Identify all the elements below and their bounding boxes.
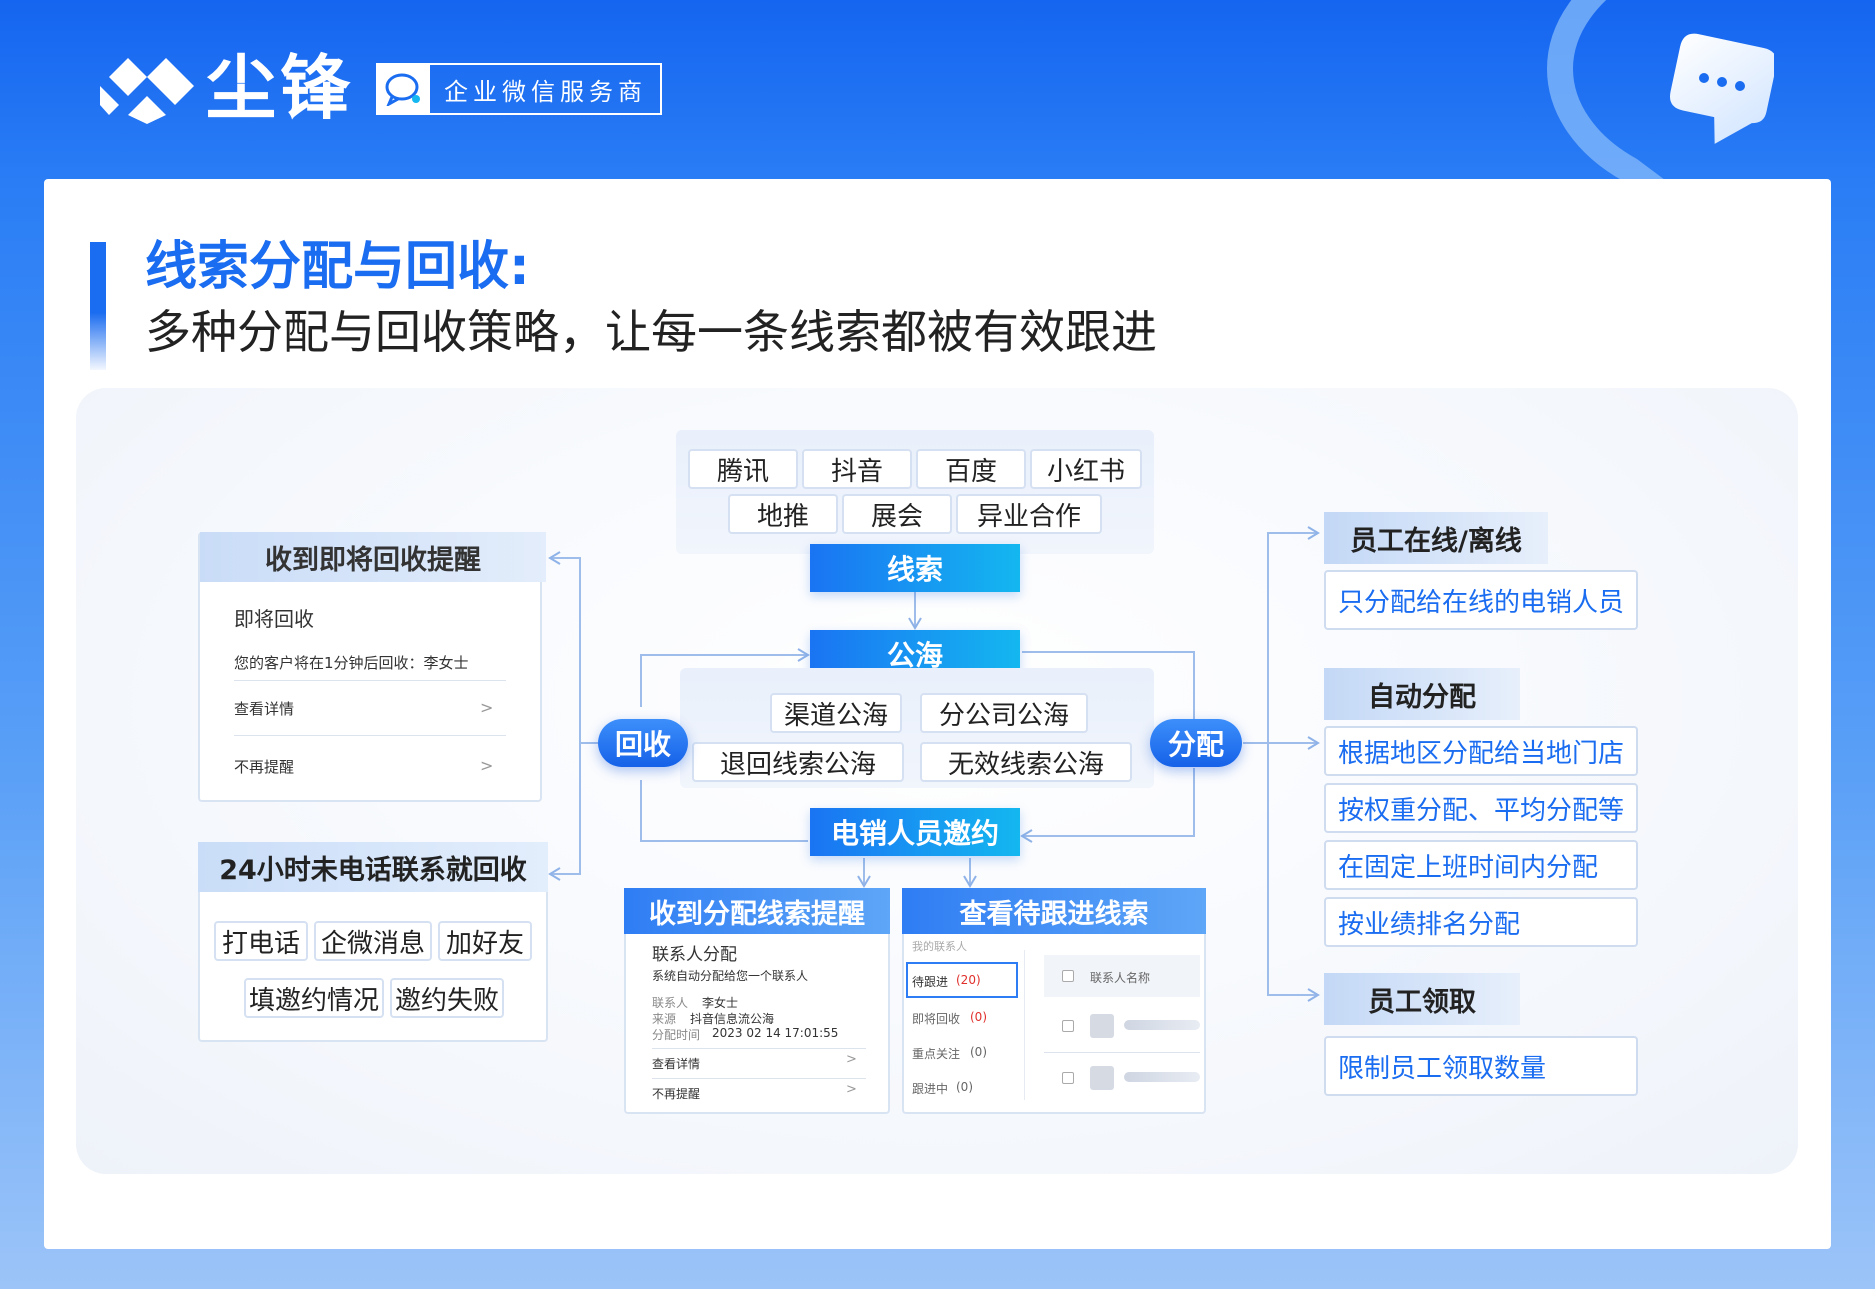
action-chip: 填邀约情况	[244, 978, 384, 1018]
chevron-right-icon: >	[846, 1052, 857, 1067]
checkbox[interactable]	[1062, 1020, 1074, 1032]
contact-label: 联系人	[652, 996, 689, 1010]
checkbox[interactable]	[1062, 970, 1074, 982]
key-focus-tab-label[interactable]: 重点关注	[912, 1045, 960, 1062]
employee-claim-header: 员工领取	[1324, 973, 1520, 1025]
recycle-reminder-title: 即将回收	[234, 607, 314, 631]
recycle-soon-tab-label[interactable]: 即将回收	[912, 1010, 960, 1027]
following-tab-count: (0)	[956, 1080, 973, 1094]
pending-tab-count: (20)	[956, 973, 981, 987]
no-remind-link[interactable]: 不再提醒	[234, 756, 294, 777]
source-label: 来源	[652, 1012, 677, 1026]
online-offline-header: 员工在线/离线	[1324, 512, 1548, 564]
action-chip: 邀约失败	[390, 978, 504, 1018]
sea-type-chip: 退回线索公海	[692, 742, 904, 782]
auto-assign-rule: 按权重分配、平均分配等	[1324, 783, 1638, 833]
source-value: 抖音信息流公海	[690, 1012, 775, 1026]
leads-node: 线索	[810, 544, 1020, 592]
divider	[234, 735, 506, 736]
blurred-contact-name	[1124, 1020, 1200, 1030]
sea-type-chip: 分公司公海	[920, 693, 1088, 733]
auto-assign-rule: 在固定上班时间内分配	[1324, 840, 1638, 890]
source-chip: 异业合作	[956, 494, 1102, 534]
key-focus-tab-count: (0)	[970, 1045, 987, 1059]
action-chip: 企微消息	[314, 921, 432, 961]
recycle-node: 回收	[598, 719, 688, 767]
checkbox[interactable]	[1062, 1072, 1074, 1084]
recycle-reminder-header: 收到即将回收提醒	[200, 532, 546, 582]
divider	[652, 1078, 866, 1079]
claim-limit-rule: 限制员工领取数量	[1324, 1036, 1638, 1096]
divider	[652, 1048, 866, 1049]
chevron-right-icon: >	[846, 1082, 857, 1097]
recycle-24h-header: 24小时未电话联系就回收	[198, 842, 548, 892]
source-chip: 小红书	[1030, 449, 1142, 489]
auto-assign-rule: 根据地区分配给当地门店	[1324, 726, 1638, 776]
divider	[234, 680, 506, 681]
source-chip: 腾讯	[688, 449, 798, 489]
my-contacts-title: 我的联系人	[912, 940, 967, 953]
pending-leads-header: 查看待跟进线索	[902, 888, 1206, 934]
contact-value: 李女士	[702, 996, 739, 1010]
blurred-contact-name	[1124, 1072, 1200, 1082]
source-chip: 地推	[728, 494, 838, 534]
online-only-rule: 只分配给在线的电销人员	[1324, 570, 1638, 630]
assign-reminder-header: 收到分配线索提醒	[624, 888, 890, 934]
auto-assign-rule: 按业绩排名分配	[1324, 897, 1638, 947]
pending-tab-label: 待跟进	[912, 975, 949, 989]
avatar	[1090, 1014, 1114, 1038]
assign-reminder-message: 系统自动分配给您一个联系人	[652, 969, 809, 983]
sea-type-chip: 渠道公海	[770, 693, 902, 733]
following-tab-label[interactable]: 跟进中	[912, 1080, 948, 1097]
chevron-right-icon: >	[480, 698, 494, 717]
assign-reminder-title: 联系人分配	[652, 945, 737, 965]
action-chip: 加好友	[438, 921, 532, 961]
divider	[1044, 1052, 1200, 1053]
vertical-divider	[1024, 950, 1025, 1100]
source-chip: 展会	[842, 494, 952, 534]
assign-node: 分配	[1150, 719, 1242, 767]
time-value: 2023 02 14 17:01:55	[712, 1026, 839, 1040]
auto-assign-header: 自动分配	[1324, 668, 1520, 720]
source-chip: 百度	[916, 449, 1026, 489]
recycle-reminder-message: 您的客户将在1分钟后回收：李女士	[234, 654, 469, 672]
avatar	[1090, 1066, 1114, 1090]
telesales-invite-node: 电销人员邀约	[810, 808, 1020, 856]
source-chip: 抖音	[802, 449, 912, 489]
view-details-link[interactable]: 查看详情	[652, 1055, 700, 1072]
contact-name-column-header: 联系人名称	[1090, 971, 1151, 985]
action-chip: 打电话	[214, 921, 308, 961]
no-remind-link[interactable]: 不再提醒	[652, 1085, 700, 1102]
view-details-link[interactable]: 查看详情	[234, 698, 294, 719]
chevron-right-icon: >	[480, 756, 494, 775]
time-label: 分配时间	[652, 1028, 701, 1042]
recycle-soon-tab-count: (0)	[970, 1010, 987, 1024]
sea-type-chip: 无效线索公海	[920, 742, 1132, 782]
